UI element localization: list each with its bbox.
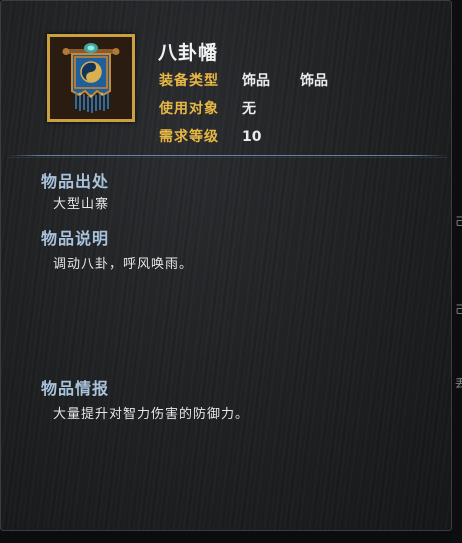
section-title-origin: 物品出处 [41, 172, 110, 191]
item-tooltip: 八卦幡 装备类型 饰品 饰品 使用对象 无 需求等级 10 物品出处 大型山寨 … [0, 0, 452, 531]
section-divider [7, 155, 447, 156]
edge-glyph: 己 [455, 303, 462, 316]
attr-label-equip-type: 装备类型 [159, 73, 219, 89]
attr-row-target: 使用对象 无 [159, 99, 256, 119]
item-icon-frame [47, 34, 135, 122]
banner-icon [50, 37, 132, 119]
section-title-description: 物品说明 [41, 229, 110, 248]
attr-value-equip-type: 饰品 [242, 73, 270, 89]
edge-glyph: 己 [455, 215, 462, 228]
attr-label-level: 需求等级 [159, 129, 219, 145]
attr-value-level: 10 [242, 129, 262, 145]
section-text-description: 调动八卦，呼风唤雨。 [53, 257, 194, 272]
section-title-intel: 物品情报 [41, 379, 110, 398]
attr-value-equip-subtype: 饰品 [300, 73, 328, 89]
section-divider-shadow [7, 157, 447, 158]
attr-value-target: 无 [242, 101, 256, 117]
attr-row-equip-type: 装备类型 饰品 饰品 [159, 71, 328, 91]
attr-row-level: 需求等级 10 [159, 127, 261, 147]
background-edge [453, 0, 462, 543]
attr-label-target: 使用对象 [159, 101, 219, 117]
edge-glyph: 丢 [455, 377, 462, 390]
section-text-intel: 大量提升对智力伤害的防御力。 [53, 407, 250, 422]
item-name: 八卦幡 [158, 42, 219, 64]
section-text-origin: 大型山寨 [53, 197, 110, 212]
